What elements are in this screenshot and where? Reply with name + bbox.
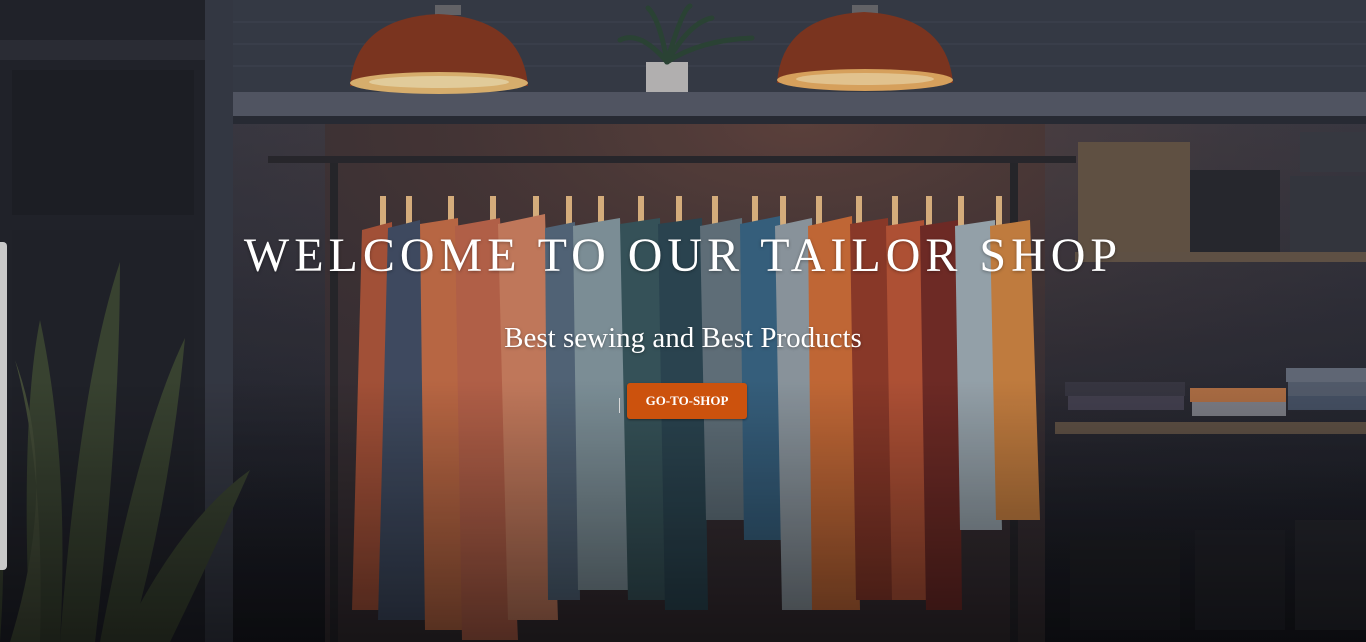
hero-subtitle: Best sewing and Best Products [504, 322, 862, 354]
hero-section: WELCOME TO OUR TAILOR SHOP Best sewing a… [0, 0, 1366, 642]
go-to-shop-button[interactable]: GO-TO-SHOP [627, 383, 747, 419]
hero-title: WELCOME TO OUR TAILOR SHOP [243, 229, 1123, 282]
text-cursor [619, 398, 620, 413]
hero-content: WELCOME TO OUR TAILOR SHOP Best sewing a… [0, 0, 1366, 642]
